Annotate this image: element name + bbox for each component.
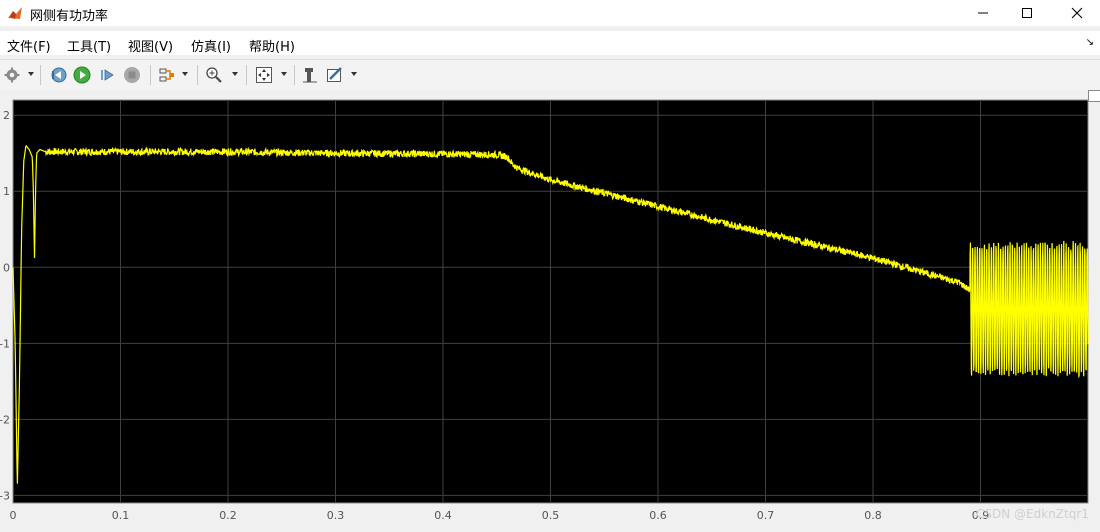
menu-tools[interactable]: 工具(T) [67, 36, 111, 55]
maximize-icon [1022, 8, 1032, 18]
close-button[interactable] [1054, 0, 1100, 26]
step-back-button[interactable] [48, 65, 68, 85]
cursor-measure-button[interactable] [300, 65, 320, 85]
matlab-icon [7, 5, 23, 21]
menu-file[interactable]: 文件(F) [7, 36, 51, 55]
settings-icon [4, 67, 20, 83]
chevron-down-icon[interactable] [280, 70, 288, 78]
x-tick-label: 0.5 [542, 509, 560, 522]
y-tick-label: -2 [0, 413, 10, 426]
step-forward-icon [101, 69, 114, 81]
toolbar-separator [246, 65, 247, 85]
window-title: 网侧有功功率 [30, 9, 109, 24]
step-forward-button[interactable] [97, 65, 117, 85]
cursor-measure-icon [303, 68, 317, 83]
toolbar-separator [40, 65, 41, 85]
stop-icon [124, 67, 140, 83]
run-icon [73, 66, 91, 84]
chevron-down-icon[interactable] [181, 70, 189, 78]
y-tick-label: 0 [3, 261, 10, 274]
style-button[interactable] [325, 65, 345, 85]
toolbar-separator [150, 65, 151, 85]
chevron-down-icon[interactable] [27, 70, 35, 78]
toolbar-separator [197, 65, 198, 85]
menu-simulation[interactable]: 仿真(I) [191, 36, 231, 55]
menu-view[interactable]: 视图(V) [128, 36, 173, 55]
scope-plot[interactable]: 0 0.1 0.2 0.3 0.4 0.5 0.6 0.7 0.8 0.9210-1-2-3 [0, 90, 1100, 532]
watermark: CSDN @EdknZtqr1 [976, 507, 1089, 521]
x-tick-label: 0.8 [864, 509, 882, 522]
x-tick-label: 0 [10, 509, 17, 522]
toolbar-separator [294, 65, 295, 85]
highlight-button[interactable] [157, 65, 177, 85]
y-tick-label: 2 [3, 109, 10, 122]
x-tick-label: 0.6 [649, 509, 667, 522]
y-tick-label: -1 [0, 337, 10, 350]
x-tick-label: 0.2 [219, 509, 237, 522]
toolbar [0, 59, 1100, 91]
menu-help[interactable]: 帮助(H) [249, 36, 295, 55]
minimize-icon [978, 12, 988, 14]
style-icon [327, 67, 342, 82]
menu-bar: 文件(F) 工具(T) 视图(V) 仿真(I) 帮助(H) ↘ [0, 31, 1100, 55]
run-button[interactable] [72, 65, 92, 85]
chevron-down-icon[interactable] [350, 70, 358, 78]
y-tick-label: 1 [3, 185, 10, 198]
title-bar: 网侧有功功率 [0, 0, 1100, 26]
highlight-icon [159, 68, 174, 82]
expand-axes-button[interactable] [1088, 90, 1100, 102]
x-tick-label: 0.7 [757, 509, 775, 522]
chevron-down-icon[interactable] [231, 70, 239, 78]
fit-to-view-button[interactable] [254, 65, 274, 85]
menu-dock-icon[interactable]: ↘ [1086, 37, 1094, 48]
zoom-in-button[interactable] [204, 65, 224, 85]
close-icon [1071, 7, 1083, 19]
fit-to-view-icon [256, 67, 272, 83]
minimize-button[interactable] [960, 0, 1006, 26]
y-tick-label: -3 [0, 489, 10, 502]
step-back-icon [51, 67, 67, 83]
x-tick-label: 0.4 [434, 509, 452, 522]
stop-button[interactable] [122, 65, 142, 85]
maximize-button[interactable] [1004, 0, 1050, 26]
settings-button[interactable] [2, 65, 22, 85]
zoom-in-icon [206, 67, 222, 83]
x-tick-label: 0.1 [112, 509, 130, 522]
x-tick-label: 0.3 [327, 509, 345, 522]
